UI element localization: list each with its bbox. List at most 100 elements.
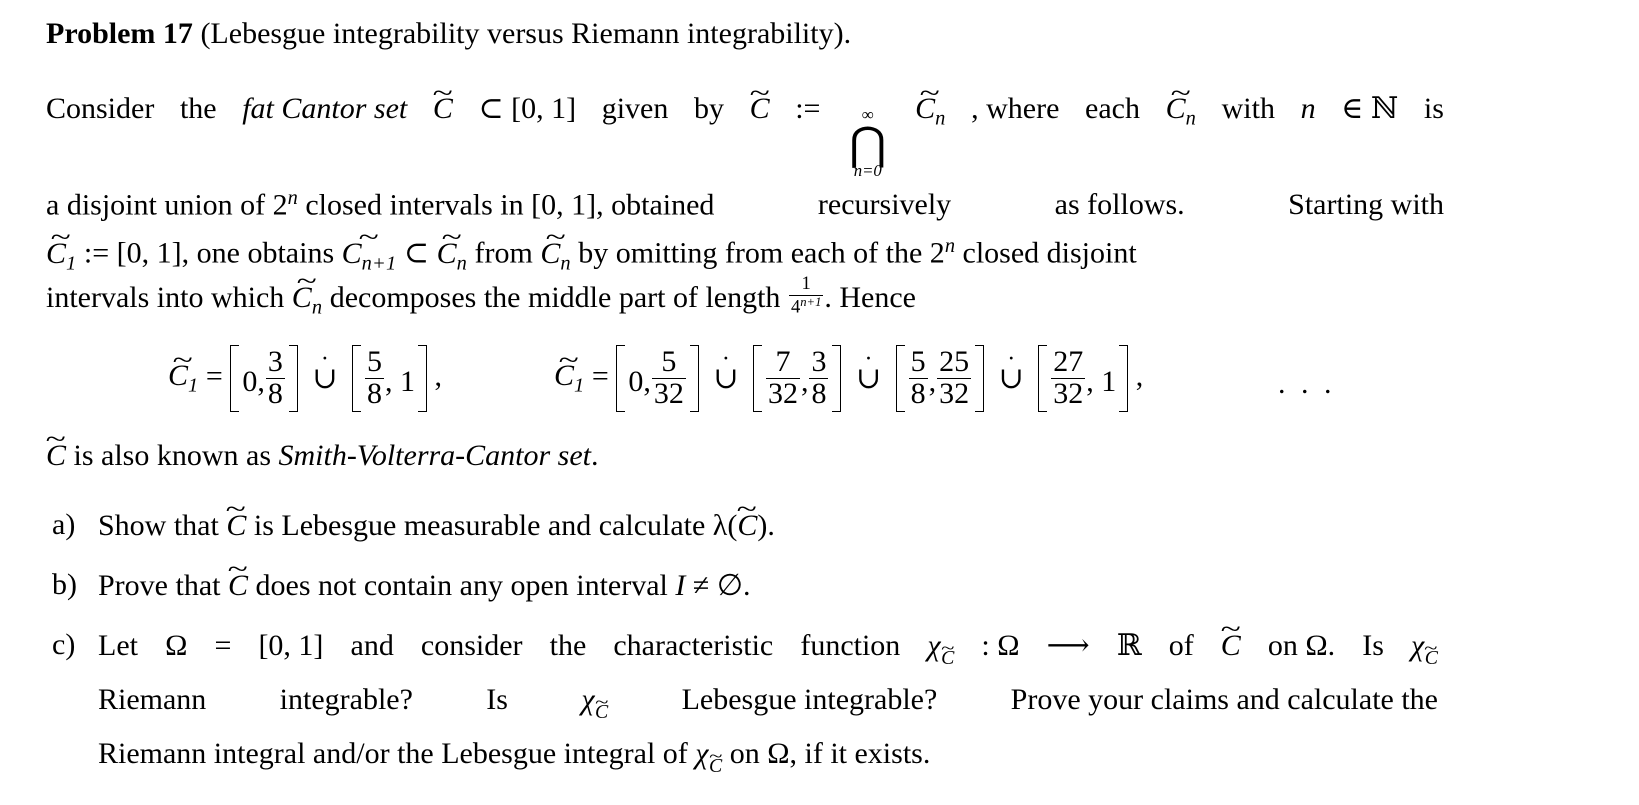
interval-right-endpoint: , 1 <box>384 364 415 398</box>
characteristic-function-chi: χ ~ C <box>927 625 954 679</box>
interval-contents: 27 32, 1 <box>1047 344 1119 410</box>
chi-symbol: χ <box>581 682 595 716</box>
intro-text: decomposes the middle part of length <box>329 280 781 314</box>
characteristic-function-chi: χ ~ C <box>695 733 722 787</box>
fraction-denominator: 8 <box>366 377 382 411</box>
union-dot: · <box>320 345 329 372</box>
union-dot: · <box>864 345 873 372</box>
chi-symbol: χ <box>1411 628 1425 662</box>
c-tilde-1-symbol: ~ C1 <box>554 346 584 396</box>
intro-line-3: ~ C1 := [0, 1], one obtains ~ Cn+1 ⊂ ~ Cn f… <box>46 223 1446 275</box>
fraction-numerator: 27 <box>1053 344 1084 378</box>
c-tilde-n-symbol: ~ Cn <box>291 267 323 319</box>
intro-word: recursively <box>817 188 952 222</box>
intro-line-1: Consider the fat Cantor set ~ C ⊂ [0, 1] … <box>46 78 1444 178</box>
item-text: Prove your claims and calculate the <box>1010 682 1438 716</box>
subscript-n: n <box>311 296 323 319</box>
item-marker-c: c) <box>52 627 76 661</box>
c-letter: C <box>540 236 561 270</box>
item-text: is Lebesgue measurable and calculate λ( <box>253 508 738 542</box>
intro-text: . Hence <box>824 280 917 314</box>
c-letter: C <box>291 280 312 314</box>
interval-0-to-5-32: 0, 5 32 <box>616 344 699 413</box>
item-marker-b: b) <box>52 567 77 601</box>
interval-right-endpoint: , 1 <box>1086 364 1117 398</box>
interval-comma: , <box>928 364 937 398</box>
variable-n: n <box>1300 92 1316 125</box>
fraction-27-32: 27 32 <box>1051 344 1086 410</box>
c-letter: C <box>709 754 723 777</box>
intro-text: closed disjoint <box>955 236 1137 270</box>
list-item-b: b) Prove that ~ C does not contain any op… <box>46 555 1446 607</box>
list-item-a: a) Show that ~ C is Lebesgue measurable a… <box>46 495 1446 547</box>
intersection-glyph: ⋂ <box>849 117 887 169</box>
list-item-c: c) Let Ω = [0, 1] and consider the chara… <box>46 615 1446 787</box>
c-letter: C <box>46 438 67 472</box>
fraction-denominator: 8 <box>267 377 283 411</box>
item-text: ). <box>757 508 775 542</box>
fraction-denominator: 8 <box>910 377 926 411</box>
not-equal-empty-set: ≠ ∅. <box>692 568 751 602</box>
intro-word: the <box>179 92 217 125</box>
item-text: Riemann <box>98 682 207 716</box>
alias-emph-name: Smith-Volterra-Cantor set <box>278 438 592 472</box>
display-equation-row: ~ C1 = 0, 3 8 · ∪ 58, 1 , ~ C1 = 0, 5 32 · ∪ 7 32… <box>46 333 1446 429</box>
interval-27-32-to-1: 27 32, 1 <box>1038 344 1129 413</box>
document-body: Problem 17 (Lebesgue integrability versu… <box>46 14 1446 805</box>
equals-sign: = <box>591 359 609 393</box>
alias-text: is also known as <box>73 438 272 472</box>
union-dot: · <box>721 345 730 372</box>
intro-word: Consider <box>46 92 155 125</box>
fraction-numerator: 5 <box>366 344 382 378</box>
item-c-line-3: Riemann integral and/or the Lebesgue int… <box>98 733 1446 787</box>
item-text: Riemann integral and/or the Lebesgue int… <box>98 736 688 770</box>
chi-subscript-c-tilde: ~ C <box>941 637 954 679</box>
unit-interval: [0, 1] <box>258 628 324 662</box>
item-text: of <box>1168 628 1194 662</box>
c-tilde-symbol: ~ C <box>709 747 723 777</box>
item-text: does not contain any open interval <box>255 568 668 602</box>
intro-word: as follows. <box>1054 188 1185 222</box>
chi-symbol: χ <box>927 628 941 662</box>
c-letter: C <box>737 508 758 542</box>
intro-word: Starting with <box>1288 188 1444 222</box>
fraction-numerator: 5 <box>910 344 926 378</box>
interval-left-endpoint: 0, <box>628 364 651 398</box>
exponent-n: n <box>944 235 956 258</box>
c-letter: C <box>341 236 362 270</box>
intro-segment: a disjoint union of 2n closed intervals … <box>46 178 714 226</box>
fraction-numerator: 1 <box>801 272 811 294</box>
item-text: and <box>350 628 394 662</box>
intro-text: intervals into which <box>46 280 285 314</box>
c-letter: C <box>46 236 67 270</box>
item-text: on Ω. <box>1267 628 1336 662</box>
item-text: Prove that <box>98 568 221 602</box>
union-dot: · <box>1007 345 1016 372</box>
intro-text: a disjoint union of 2 <box>46 188 288 222</box>
intro-word: from <box>474 236 533 270</box>
alias-line: ~ C is also known as Smith-Volterra-Canto… <box>46 425 1446 477</box>
characteristic-function-chi: χ ~ C <box>1411 625 1438 679</box>
item-text: characteristic <box>613 628 774 662</box>
interval-0-to-3-8: 0, 3 8 <box>230 344 298 413</box>
item-text: on Ω, if it exists. <box>729 736 931 770</box>
equation-trailing-comma: , <box>1135 359 1144 393</box>
c-tilde-symbol: ~ C <box>1220 615 1240 661</box>
fraction-numerator: 25 <box>939 344 970 378</box>
interval-comma: , <box>800 364 809 398</box>
equation-trailing-comma: , <box>434 359 442 393</box>
denominator-base: 4 <box>790 296 801 318</box>
fraction-5-8: 58 <box>908 344 928 411</box>
item-b-line-1: Prove that ~ C does not contain any open … <box>98 555 1446 607</box>
intro-word: is <box>1423 92 1444 125</box>
chi-symbol: χ <box>695 736 709 770</box>
item-text: Let <box>98 628 138 662</box>
document-page: Problem 17 (Lebesgue integrability versu… <box>0 0 1639 803</box>
interval-contents: 58, 1 <box>361 344 418 411</box>
problem-heading: Problem 17 (Lebesgue integrability versu… <box>46 14 1446 54</box>
c-tilde-zero-symbol: ~ C1 <box>46 223 76 274</box>
interval-5-8-to-1: 58, 1 <box>351 344 427 413</box>
c-tilde-symbol: ~ C <box>46 425 67 472</box>
element-of-naturals: ∈ ℕ <box>1341 92 1399 125</box>
